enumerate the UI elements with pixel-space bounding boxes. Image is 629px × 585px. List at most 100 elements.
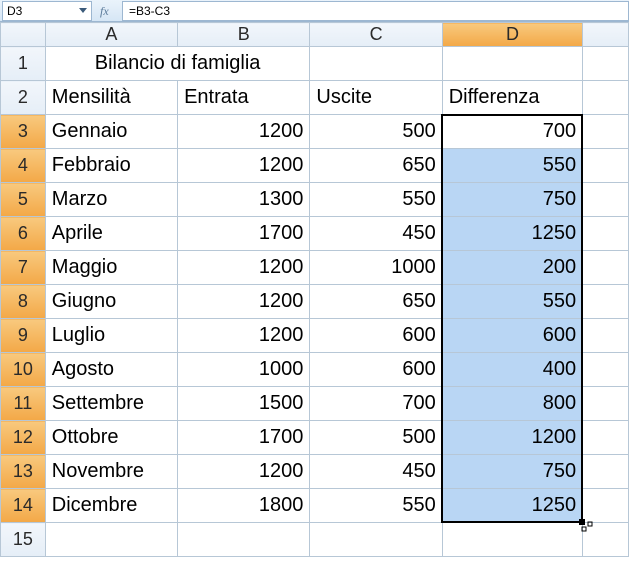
col-header-C[interactable]: C — [310, 23, 442, 47]
cell-D15[interactable] — [442, 523, 582, 557]
cell-E5[interactable] — [583, 183, 629, 217]
row-header-2[interactable]: 2 — [1, 81, 46, 115]
row-header-13[interactable]: 13 — [1, 455, 46, 489]
cell-B14[interactable]: 1800 — [178, 489, 310, 523]
cell-B2[interactable]: Entrata — [178, 81, 310, 115]
cell-C1[interactable] — [310, 47, 442, 81]
cell-B5[interactable]: 1300 — [178, 183, 310, 217]
cell-A3[interactable]: Gennaio — [45, 115, 177, 149]
row-header-5[interactable]: 5 — [1, 183, 46, 217]
cell-C8[interactable]: 650 — [310, 285, 442, 319]
cell-C10[interactable]: 600 — [310, 353, 442, 387]
cell-E13[interactable] — [583, 455, 629, 489]
cell-E8[interactable] — [583, 285, 629, 319]
col-header-E[interactable] — [583, 23, 629, 47]
cell-A12[interactable]: Ottobre — [45, 421, 177, 455]
cell-E10[interactable] — [583, 353, 629, 387]
cell-B15[interactable] — [178, 523, 310, 557]
cell-A4[interactable]: Febbraio — [45, 149, 177, 183]
row-header-6[interactable]: 6 — [1, 217, 46, 251]
cell-A1[interactable]: Bilancio di famiglia — [45, 47, 310, 81]
cell-E3[interactable] — [583, 115, 629, 149]
cell-A14[interactable]: Dicembre — [45, 489, 177, 523]
cell-C2[interactable]: Uscite — [310, 81, 442, 115]
cell-E11[interactable] — [583, 387, 629, 421]
cell-A6[interactable]: Aprile — [45, 217, 177, 251]
cell-E15[interactable] — [583, 523, 629, 557]
spreadsheet-grid[interactable]: A B C D 1Bilancio di famiglia2MensilitàE… — [0, 22, 629, 557]
cell-C6[interactable]: 450 — [310, 217, 442, 251]
cell-A2[interactable]: Mensilità — [45, 81, 177, 115]
cell-B9[interactable]: 1200 — [178, 319, 310, 353]
cell-A9[interactable]: Luglio — [45, 319, 177, 353]
cell-D9[interactable]: 600 — [442, 319, 582, 353]
cell-E14[interactable] — [583, 489, 629, 523]
chevron-down-icon[interactable] — [79, 8, 87, 13]
cell-D2[interactable]: Differenza — [442, 81, 582, 115]
cell-C15[interactable] — [310, 523, 442, 557]
cell-D8[interactable]: 550 — [442, 285, 582, 319]
cell-B10[interactable]: 1000 — [178, 353, 310, 387]
cell-D6[interactable]: 1250 — [442, 217, 582, 251]
row-header-15[interactable]: 15 — [1, 523, 46, 557]
cell-C13[interactable]: 450 — [310, 455, 442, 489]
cell-C9[interactable]: 600 — [310, 319, 442, 353]
cell-E12[interactable] — [583, 421, 629, 455]
cell-C4[interactable]: 650 — [310, 149, 442, 183]
cell-A5[interactable]: Marzo — [45, 183, 177, 217]
cell-D10[interactable]: 400 — [442, 353, 582, 387]
cell-E1[interactable] — [583, 47, 629, 81]
cell-D5[interactable]: 750 — [442, 183, 582, 217]
cell-B4[interactable]: 1200 — [178, 149, 310, 183]
cell-A10[interactable]: Agosto — [45, 353, 177, 387]
formula-input[interactable]: =B3-C3 — [122, 1, 629, 21]
cell-A13[interactable]: Novembre — [45, 455, 177, 489]
cell-A7[interactable]: Maggio — [45, 251, 177, 285]
col-header-B[interactable]: B — [178, 23, 310, 47]
row-header-8[interactable]: 8 — [1, 285, 46, 319]
cell-D12[interactable]: 1200 — [442, 421, 582, 455]
cell-A11[interactable]: Settembre — [45, 387, 177, 421]
cell-D14[interactable]: 1250 — [442, 489, 582, 523]
cell-B3[interactable]: 1200 — [178, 115, 310, 149]
cell-B6[interactable]: 1700 — [178, 217, 310, 251]
row-header-3[interactable]: 3 — [1, 115, 46, 149]
cell-D4[interactable]: 550 — [442, 149, 582, 183]
cell-B7[interactable]: 1200 — [178, 251, 310, 285]
cell-D11[interactable]: 800 — [442, 387, 582, 421]
cell-D13[interactable]: 750 — [442, 455, 582, 489]
row-header-14[interactable]: 14 — [1, 489, 46, 523]
select-all-corner[interactable] — [1, 23, 46, 47]
cell-B13[interactable]: 1200 — [178, 455, 310, 489]
col-header-D[interactable]: D — [442, 23, 582, 47]
cell-C5[interactable]: 550 — [310, 183, 442, 217]
name-box[interactable]: D3 — [2, 1, 92, 21]
cell-D3[interactable]: 700 — [442, 115, 582, 149]
cell-D7[interactable]: 200 — [442, 251, 582, 285]
cell-C3[interactable]: 500 — [310, 115, 442, 149]
row-header-4[interactable]: 4 — [1, 149, 46, 183]
row-header-1[interactable]: 1 — [1, 47, 46, 81]
cell-B8[interactable]: 1200 — [178, 285, 310, 319]
cell-E9[interactable] — [583, 319, 629, 353]
cell-E2[interactable] — [583, 81, 629, 115]
cell-E6[interactable] — [583, 217, 629, 251]
cell-A8[interactable]: Giugno — [45, 285, 177, 319]
col-header-A[interactable]: A — [45, 23, 177, 47]
cell-E7[interactable] — [583, 251, 629, 285]
row-header-9[interactable]: 9 — [1, 319, 46, 353]
cell-D1[interactable] — [442, 47, 582, 81]
row-header-10[interactable]: 10 — [1, 353, 46, 387]
cell-C12[interactable]: 500 — [310, 421, 442, 455]
cell-C7[interactable]: 1000 — [310, 251, 442, 285]
cell-B11[interactable]: 1500 — [178, 387, 310, 421]
cell-C11[interactable]: 700 — [310, 387, 442, 421]
row-header-11[interactable]: 11 — [1, 387, 46, 421]
row-header-7[interactable]: 7 — [1, 251, 46, 285]
cell-A15[interactable] — [45, 523, 177, 557]
cell-B12[interactable]: 1700 — [178, 421, 310, 455]
fx-icon[interactable]: fx — [100, 4, 116, 18]
cell-E4[interactable] — [583, 149, 629, 183]
row-header-12[interactable]: 12 — [1, 421, 46, 455]
cell-C14[interactable]: 550 — [310, 489, 442, 523]
